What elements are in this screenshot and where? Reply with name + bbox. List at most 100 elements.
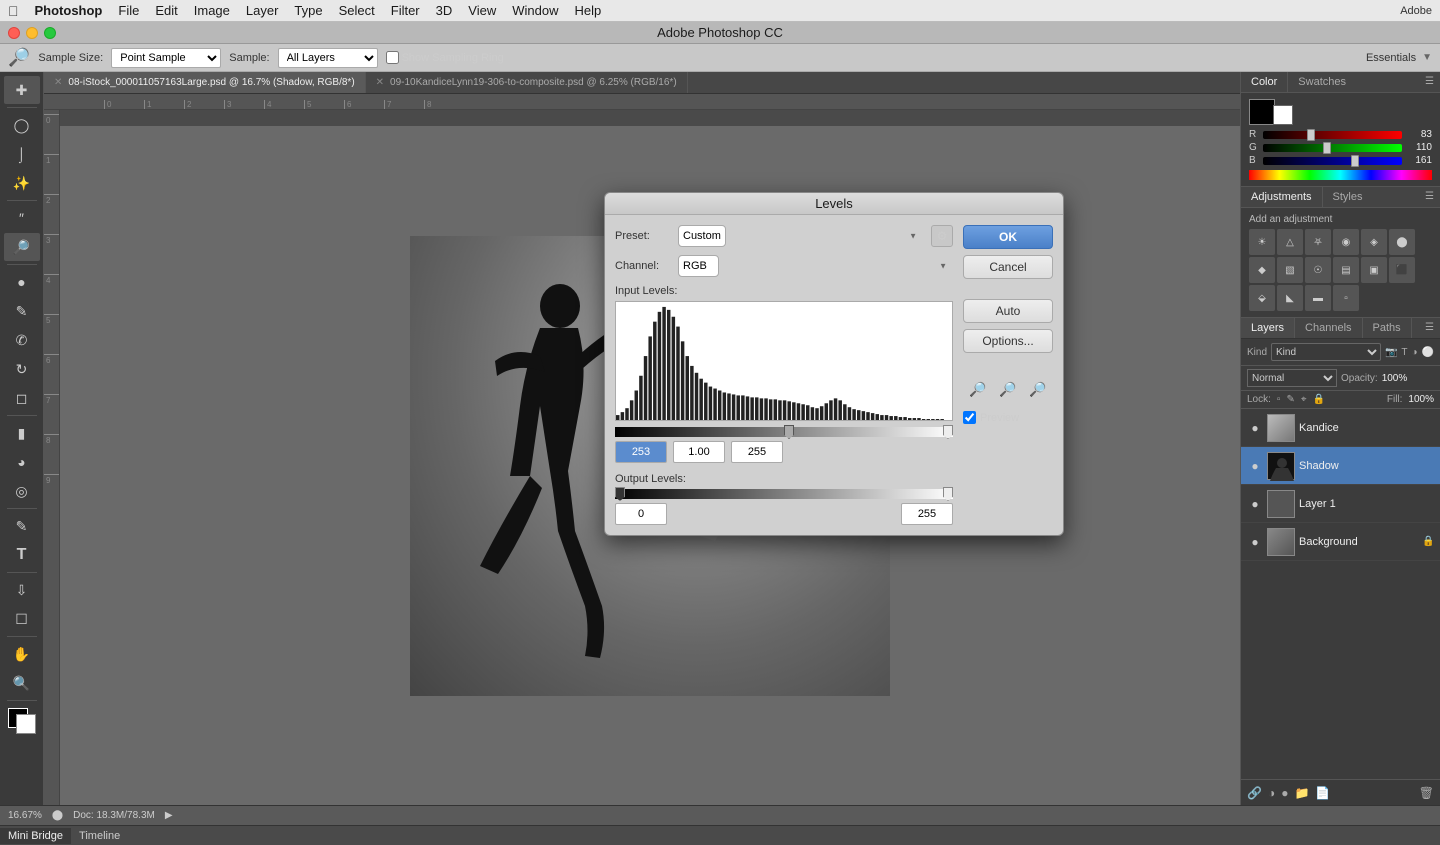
filter-icon[interactable]: 📷: [1385, 347, 1397, 358]
gray-eyedropper-button[interactable]: 🔎: [996, 377, 1020, 401]
menu-image[interactable]: Image: [194, 3, 230, 18]
output-min-field[interactable]: [615, 503, 667, 525]
color-panel-menu[interactable]: ☰: [1419, 72, 1440, 92]
exposure-adj[interactable]: ◉: [1333, 229, 1359, 255]
timeline-tab[interactable]: Timeline: [71, 828, 128, 844]
menu-photoshop[interactable]: Photoshop: [35, 3, 103, 18]
blend-mode-select[interactable]: Normal: [1247, 369, 1337, 387]
history-brush-tool[interactable]: ↻: [4, 355, 40, 383]
color-balance-adj[interactable]: ◆: [1249, 257, 1275, 283]
hsl-adj[interactable]: ⬤: [1389, 229, 1415, 255]
eyedropper-tool[interactable]: 🔎: [4, 233, 40, 261]
options-button[interactable]: Options...: [963, 329, 1053, 353]
sample-size-select[interactable]: Point Sample: [111, 48, 221, 68]
input-max-field[interactable]: [731, 441, 783, 463]
new-layer-button[interactable]: 📄: [1315, 786, 1330, 800]
background-swatch[interactable]: [1273, 105, 1293, 125]
layers-tab[interactable]: Layers: [1241, 318, 1295, 338]
vibrance-adj[interactable]: ◈: [1361, 229, 1387, 255]
add-style-button[interactable]: ◑: [1268, 786, 1275, 800]
ok-button[interactable]: OK: [963, 225, 1053, 249]
nav-arrow[interactable]: ▶: [165, 810, 173, 821]
input-min-field[interactable]: [615, 441, 667, 463]
output-slider-track[interactable]: [615, 489, 953, 499]
marquee-tool[interactable]: ◯: [4, 111, 40, 139]
kind-select[interactable]: Kind: [1271, 343, 1381, 361]
output-max-field[interactable]: [901, 503, 953, 525]
minimize-button[interactable]: [26, 27, 38, 39]
menu-type[interactable]: Type: [294, 3, 322, 18]
menu-select[interactable]: Select: [339, 3, 375, 18]
zoom-tool[interactable]: 🔍: [4, 669, 40, 697]
layers-panel-menu[interactable]: ☰: [1419, 318, 1440, 338]
menu-edit[interactable]: Edit: [155, 3, 177, 18]
healing-tool[interactable]: ●: [4, 268, 40, 296]
adj-panel-menu[interactable]: ☰: [1419, 187, 1440, 207]
layer-kandice-eye[interactable]: ●: [1247, 420, 1263, 436]
b-slider-handle[interactable]: [1351, 155, 1359, 167]
menu-layer[interactable]: Layer: [246, 3, 279, 18]
magic-wand-tool[interactable]: ✨: [4, 169, 40, 197]
path-selection-tool[interactable]: ⇩: [4, 576, 40, 604]
layer-shadow-eye[interactable]: ●: [1247, 458, 1263, 474]
menu-filter[interactable]: Filter: [391, 3, 420, 18]
menu-help[interactable]: Help: [574, 3, 601, 18]
text-filter-icon[interactable]: T: [1401, 347, 1407, 358]
show-sampling-ring-checkbox[interactable]: Show Sampling Ring: [386, 51, 504, 64]
g-slider-handle[interactable]: [1323, 142, 1331, 154]
threshold-adj[interactable]: ◣: [1277, 285, 1303, 311]
settings-gear-button[interactable]: ⚙: [931, 225, 953, 247]
bw-adj[interactable]: ▧: [1277, 257, 1303, 283]
lock-position-icon[interactable]: ⌖: [1301, 394, 1307, 405]
photo-filter-adj[interactable]: ☉: [1305, 257, 1331, 283]
color-tab[interactable]: Color: [1241, 72, 1288, 92]
menu-view[interactable]: View: [468, 3, 496, 18]
link-layers-button[interactable]: 🔗: [1247, 786, 1262, 800]
move-tool[interactable]: ✚: [4, 76, 40, 104]
layer-background-eye[interactable]: ●: [1247, 534, 1263, 550]
output-highlight-handle[interactable]: [943, 487, 953, 501]
apple-menu[interactable]: : [8, 3, 19, 19]
lock-transparent-icon[interactable]: ▫: [1277, 394, 1281, 405]
preview-checkbox[interactable]: [963, 411, 976, 424]
dodge-tool[interactable]: ◎: [4, 477, 40, 505]
sampling-ring-check[interactable]: [386, 51, 399, 64]
maximize-button[interactable]: [44, 27, 56, 39]
selective-color-adj[interactable]: ▫: [1333, 285, 1359, 311]
g-slider[interactable]: [1263, 144, 1402, 152]
new-group-button[interactable]: 📁: [1294, 786, 1309, 800]
menu-3d[interactable]: 3D: [436, 3, 453, 18]
type-tool[interactable]: T: [4, 541, 40, 569]
r-slider-handle[interactable]: [1307, 129, 1315, 141]
mini-bridge-tab[interactable]: Mini Bridge: [0, 828, 71, 844]
swatches-tab[interactable]: Swatches: [1288, 72, 1356, 92]
close-button[interactable]: [8, 27, 20, 39]
input-slider-track[interactable]: [615, 427, 953, 437]
input-midtone-handle[interactable]: [784, 425, 794, 439]
input-highlight-handle[interactable]: [943, 425, 953, 439]
channels-tab[interactable]: Channels: [1295, 318, 1362, 338]
gradient-tool[interactable]: ▮: [4, 419, 40, 447]
curves-adj[interactable]: ⛧: [1305, 229, 1331, 255]
spectrum-bar[interactable]: [1249, 170, 1432, 180]
input-gamma-field[interactable]: [673, 441, 725, 463]
preset-select[interactable]: Custom: [678, 225, 726, 247]
layer-item-layer1[interactable]: ● Layer 1: [1241, 485, 1440, 523]
lock-paint-icon[interactable]: ✎: [1286, 394, 1294, 405]
brightness-contrast-adj[interactable]: ☀: [1249, 229, 1275, 255]
layer-item-kandice[interactable]: ● Kandice: [1241, 409, 1440, 447]
styles-tab[interactable]: Styles: [1323, 187, 1373, 207]
adjustments-tab[interactable]: Adjustments: [1241, 187, 1323, 207]
blur-tool[interactable]: ◕: [4, 448, 40, 476]
clone-tool[interactable]: ✆: [4, 326, 40, 354]
lock-all-icon[interactable]: 🔒: [1312, 394, 1324, 405]
paths-tab[interactable]: Paths: [1363, 318, 1412, 338]
black-eyedropper-button[interactable]: 🔎: [966, 377, 990, 401]
color-swatch[interactable]: [6, 708, 38, 734]
cancel-button[interactable]: Cancel: [963, 255, 1053, 279]
layer-item-shadow[interactable]: ● Shadow: [1241, 447, 1440, 485]
levels-adj[interactable]: △: [1277, 229, 1303, 255]
delete-layer-button[interactable]: 🗑: [1419, 786, 1434, 800]
b-slider[interactable]: [1263, 157, 1402, 165]
menu-window[interactable]: Window: [512, 3, 558, 18]
